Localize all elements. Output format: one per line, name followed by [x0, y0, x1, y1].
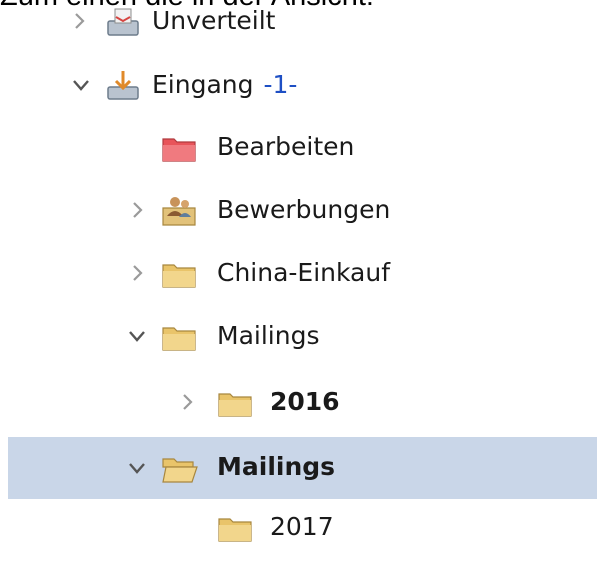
tree-item-label: Mailings: [217, 452, 336, 481]
tree-item-unverteilt[interactable]: Unverteilt: [0, 0, 597, 52]
inbox-tray-icon: [107, 8, 139, 36]
tree-item-label: China-Einkauf: [217, 258, 391, 287]
folder-icon: [162, 264, 196, 288]
tree-item-label: Eingang -1-: [152, 70, 298, 99]
tree-item-label: Bewerbungen: [217, 195, 391, 224]
unread-count-badge: -1-: [263, 70, 298, 99]
tree-item-mailings[interactable]: Mailings: [0, 307, 597, 367]
chevron-down-icon[interactable]: [70, 74, 92, 96]
chevron-down-icon[interactable]: [126, 457, 148, 479]
red-folder-icon: [162, 138, 196, 162]
tree-item-2017[interactable]: 2017: [0, 498, 597, 558]
chevron-down-icon[interactable]: [126, 325, 148, 347]
tree-item-label: 2017: [270, 512, 334, 541]
tree-item-2016[interactable]: 2016: [0, 373, 597, 433]
tree-item-china-einkauf[interactable]: China-Einkauf: [0, 244, 597, 304]
tree-item-bewerbungen[interactable]: Bewerbungen: [0, 181, 597, 241]
open-folder-icon: [162, 458, 198, 483]
tree-item-label: Mailings: [217, 321, 320, 350]
tree-item-label: 2016: [270, 387, 340, 416]
chevron-right-icon[interactable]: [176, 391, 198, 413]
folder-icon: [218, 393, 252, 417]
tree-item-label: Bearbeiten: [217, 132, 355, 161]
inbox-download-icon: [107, 71, 139, 100]
chevron-right-icon[interactable]: [68, 10, 90, 32]
folder-icon: [162, 327, 196, 351]
folder-icon: [218, 518, 252, 542]
tree-item-label: Unverteilt: [152, 6, 276, 35]
tree-item-eingang[interactable]: Eingang -1-: [0, 56, 597, 116]
tree-item-bearbeiten[interactable]: Bearbeiten: [0, 118, 597, 178]
people-folder-icon: [162, 197, 196, 226]
chevron-right-icon[interactable]: [126, 262, 148, 284]
chevron-right-icon[interactable]: [126, 199, 148, 221]
tree-item-mailings-selected[interactable]: Mailings: [8, 437, 597, 499]
